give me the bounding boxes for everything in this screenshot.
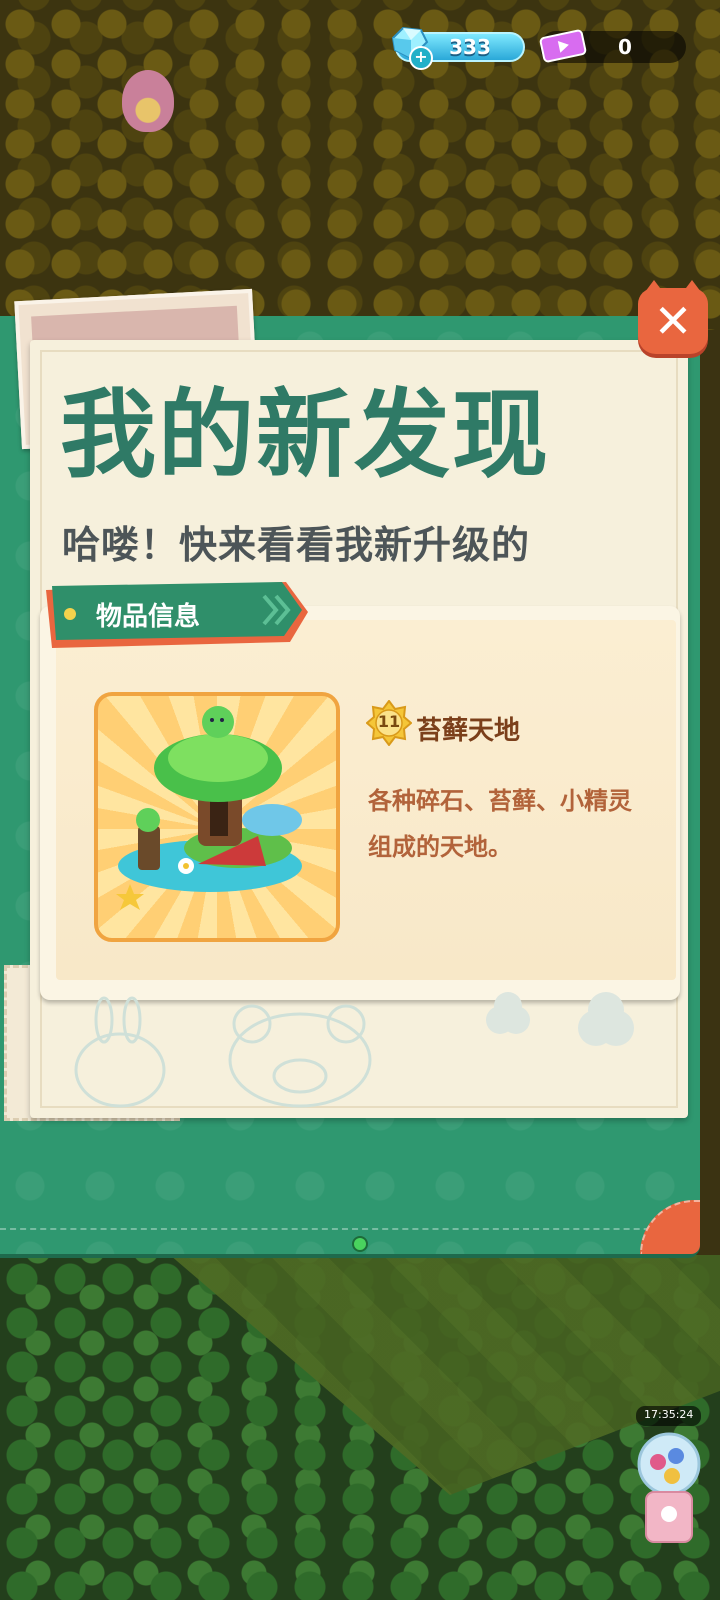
pink-creature-sprite <box>122 70 174 132</box>
video-ticket-icon <box>539 29 587 63</box>
gem-currency[interactable]: 333 + <box>391 26 525 70</box>
page-indicator-dot <box>352 1236 368 1252</box>
event-timer: 17:35:24 <box>636 1406 702 1426</box>
gacha-machine-icon[interactable] <box>632 1428 706 1548</box>
animal-sketch-decoration <box>74 996 372 1108</box>
ticket-currency[interactable]: 0 <box>539 29 686 64</box>
moss-house-image <box>116 706 302 910</box>
section-label: 物品信息 <box>96 602 201 632</box>
close-button[interactable]: ✕ <box>638 280 708 354</box>
add-gems-icon[interactable]: + <box>409 46 433 70</box>
item-name: 苔藓天地 <box>416 716 521 746</box>
clover-decoration <box>486 992 634 1046</box>
item-level: 11 <box>377 712 401 731</box>
ribbon-dot <box>64 608 76 620</box>
panel-subtitle: 哈喽！快来看看我新升级的 <box>62 523 531 567</box>
close-icon: ✕ <box>653 294 693 348</box>
panel-title: 我的新发现 <box>60 379 550 491</box>
item-description: 各种碎石、苔藓、小精灵组成的天地。 <box>368 787 632 861</box>
item-image-frame <box>94 692 340 942</box>
panel-dashed-line <box>0 1228 700 1230</box>
